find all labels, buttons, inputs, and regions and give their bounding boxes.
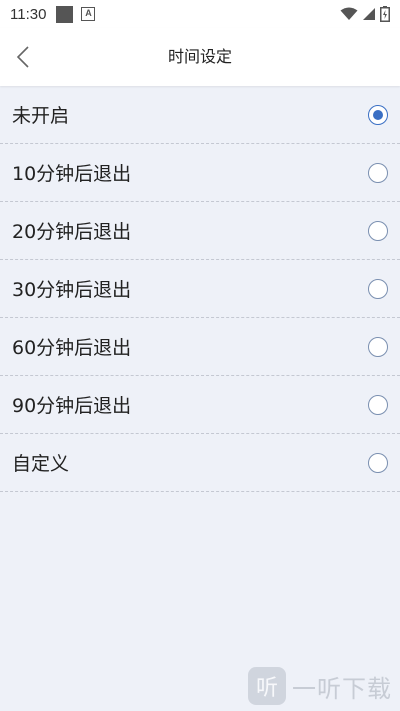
watermark-text: 一听下载 bbox=[292, 674, 392, 703]
option-radio[interactable] bbox=[368, 336, 388, 357]
option-label: 未开启 bbox=[12, 105, 70, 127]
option-row[interactable]: 20分钟后退出 bbox=[0, 202, 400, 260]
option-row[interactable]: 30分钟后退出 bbox=[0, 260, 400, 318]
option-label: 自定义 bbox=[12, 453, 70, 475]
option-radio[interactable] bbox=[368, 394, 388, 415]
watermark-icon: 听 bbox=[248, 667, 286, 705]
watermark-logo: 听 一听下载 bbox=[248, 667, 392, 705]
a-notification-icon: A bbox=[81, 7, 96, 21]
option-radio[interactable] bbox=[368, 104, 388, 125]
option-row[interactable]: 10分钟后退出 bbox=[0, 144, 400, 202]
signal-icon bbox=[363, 8, 375, 20]
option-label: 20分钟后退出 bbox=[12, 221, 132, 243]
battery-icon bbox=[380, 6, 390, 22]
radio-dot-icon bbox=[373, 109, 383, 120]
page-title: 时间设定 bbox=[167, 47, 232, 66]
timer-option-list: 未开启 10分钟后退出 20分钟后退出 30分钟后退出 60分钟后退出 90分钟后退出 自定… bbox=[0, 86, 400, 492]
option-radio[interactable] bbox=[368, 452, 388, 473]
option-radio[interactable] bbox=[368, 278, 388, 299]
square-notification-icon bbox=[56, 5, 74, 23]
app-header: 时间设定 bbox=[0, 28, 400, 86]
option-label: 90分钟后退出 bbox=[12, 395, 132, 417]
option-label: 10分钟后退出 bbox=[12, 163, 132, 185]
status-icons bbox=[340, 6, 390, 22]
status-time: 11:30 bbox=[10, 5, 47, 23]
option-radio[interactable] bbox=[368, 162, 388, 183]
option-label: 60分钟后退出 bbox=[12, 337, 132, 359]
status-bar: 11:30 A bbox=[0, 0, 400, 28]
option-row[interactable]: 未开启 bbox=[0, 86, 400, 144]
option-radio[interactable] bbox=[368, 220, 388, 241]
wifi-icon bbox=[340, 7, 358, 20]
option-row[interactable]: 90分钟后退出 bbox=[0, 376, 400, 434]
option-label: 30分钟后退出 bbox=[12, 279, 132, 301]
option-row[interactable]: 自定义 bbox=[0, 434, 400, 492]
option-row[interactable]: 60分钟后退出 bbox=[0, 318, 400, 376]
